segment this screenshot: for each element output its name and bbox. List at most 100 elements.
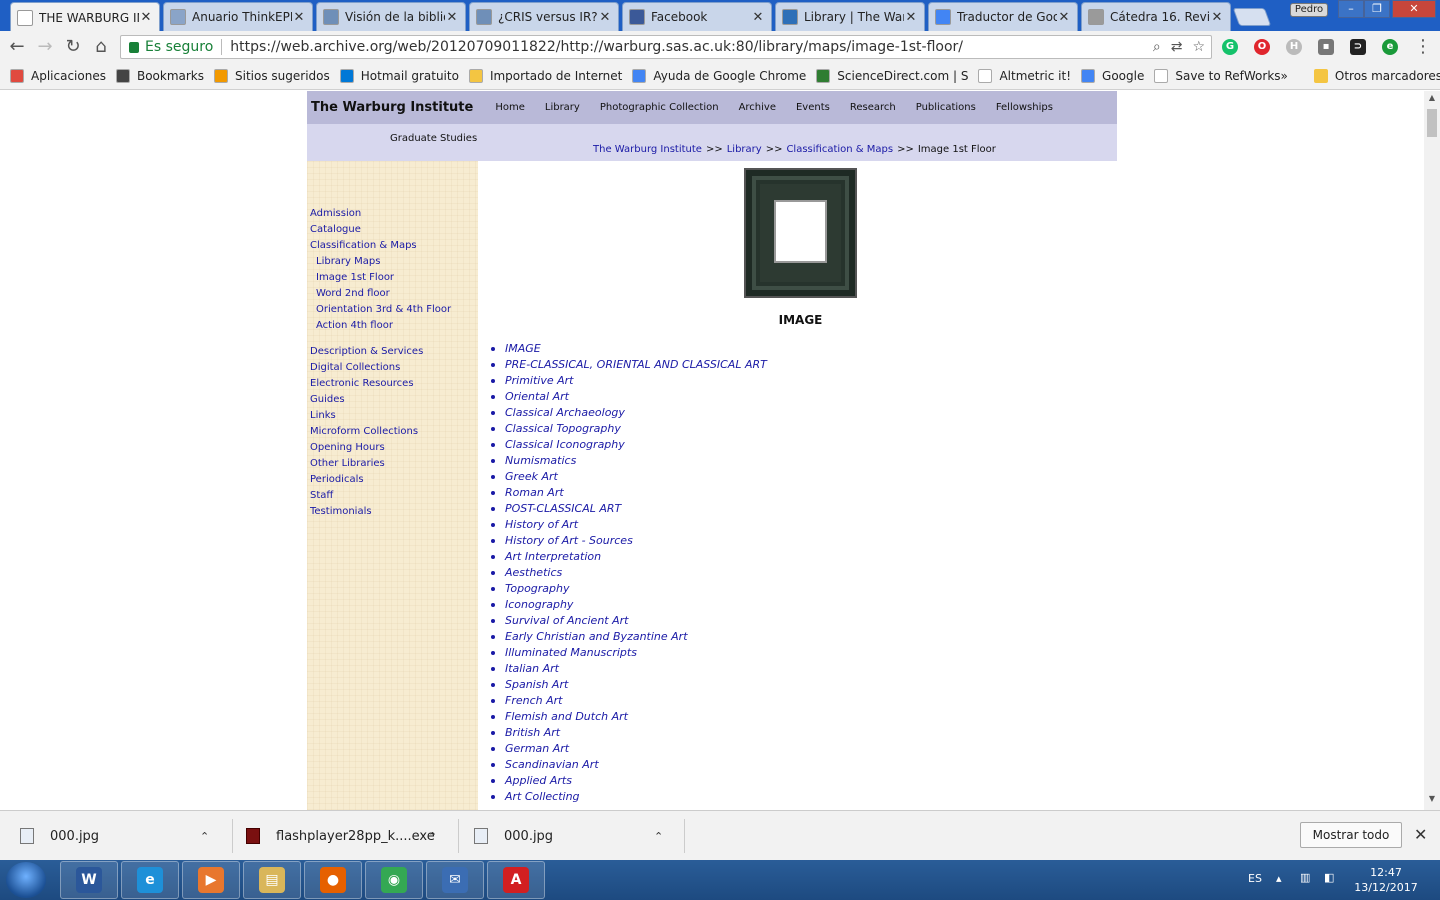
nav-item[interactable]: Fellowships [996,102,1053,113]
sidebar-link[interactable]: Action 4th floor [310,320,393,331]
sidebar-link[interactable]: Periodicals [310,474,364,485]
category-link[interactable]: Illuminated Manuscripts [489,645,767,661]
category-link[interactable]: Spanish Art [489,677,767,693]
sidebar-link[interactable]: Image 1st Floor [310,272,394,283]
category-link[interactable]: History of Art - Sources [489,533,767,549]
category-link[interactable]: German Art [489,741,767,757]
download-item[interactable]: 000.jpg ⌃ [474,811,663,861]
bookmark-item[interactable]: Altmetric it! [978,69,1071,83]
bookmark-item[interactable]: ScienceDirect.com | S [816,69,968,83]
zotero-icon[interactable]: ⊃ [1350,39,1366,55]
profile-button[interactable]: Pedro [1290,3,1328,17]
sidebar-link[interactable]: Other Libraries [310,458,385,469]
reload-icon[interactable]: ↻ [62,36,84,58]
download-item[interactable]: flashplayer28pp_k....exe ⌃ [246,811,437,861]
category-link[interactable]: PRE-CLASSICAL, ORIENTAL AND CLASSICAL AR… [489,357,767,373]
category-link[interactable]: Aesthetics [489,565,767,581]
bookmark-item[interactable]: Hotmail gratuito [339,69,459,83]
tab-close-icon[interactable]: ✕ [904,10,918,25]
category-link[interactable]: Flemish and Dutch Art [489,709,767,725]
taskbar-app-acrobat[interactable]: A [487,861,545,899]
maximize-button[interactable]: ❐ [1364,0,1390,18]
tab-close-icon[interactable]: ✕ [751,10,765,25]
nav-item[interactable]: Archive [739,102,776,113]
category-link[interactable]: Greek Art [489,469,767,485]
nav-item[interactable]: Home [495,102,525,113]
bookmark-item[interactable]: Google [1081,69,1144,83]
category-link[interactable]: Early Christian and Byzantine Art [489,629,767,645]
category-link[interactable]: Art Collecting [489,789,767,805]
breadcrumb-link[interactable]: Library [727,144,762,155]
tab-item[interactable]: THE WARBURG INSTITUTE✕ [10,2,160,32]
category-link[interactable]: Survival of Ancient Art [489,613,767,629]
nav-item[interactable]: Library [545,102,580,113]
back-icon[interactable]: ← [6,36,28,58]
breadcrumb-link[interactable]: The Warburg Institute [593,144,702,155]
download-item[interactable]: 000.jpg ⌃ [20,811,209,861]
sidebar-link[interactable]: Guides [310,394,345,405]
category-link[interactable]: British Art [489,725,767,741]
clock[interactable]: 12:47 13/12/2017 [1348,865,1424,895]
taskbar-app-ie[interactable]: e [121,861,179,899]
category-link[interactable]: Classical Iconography [489,437,767,453]
home-icon[interactable]: ⌂ [90,36,112,58]
category-link[interactable]: History of Art [489,517,767,533]
tab-item[interactable]: Cátedra 16. Revista✕ [1081,2,1231,31]
sidebar-link[interactable]: Microform Collections [310,426,418,437]
category-link[interactable]: Applied Arts [489,773,767,789]
opera-icon[interactable]: O [1254,39,1270,55]
category-link[interactable]: French Art [489,693,767,709]
sidebar-link[interactable]: Word 2nd floor [310,288,390,299]
hypothesis-icon[interactable]: H [1286,39,1302,55]
bookmarks-overflow-button[interactable]: » [1281,69,1288,83]
nav-item[interactable]: Publications [916,102,976,113]
category-link[interactable]: Primitive Art [489,373,767,389]
sidebar-link[interactable]: Electronic Resources [310,378,414,389]
show-all-downloads-button[interactable]: Mostrar todo [1300,822,1402,848]
scroll-down-icon[interactable]: ▼ [1424,794,1440,808]
nav-graduate-studies[interactable]: Graduate Studies [390,133,477,144]
close-icon[interactable]: ✕ [1414,825,1427,844]
category-link[interactable]: Topography [489,581,767,597]
grammarly-icon[interactable]: G [1222,39,1238,55]
category-link[interactable]: Roman Art [489,485,767,501]
category-link[interactable]: Scandinavian Art [489,757,767,773]
category-link[interactable]: Numismatics [489,453,767,469]
sidebar-link[interactable]: Links [310,410,336,421]
address-bar[interactable]: Es seguro https://web.archive.org/web/20… [120,35,1212,59]
language-indicator[interactable]: ES [1248,872,1262,885]
sidebar-link[interactable]: Admission [310,208,361,219]
translate-icon[interactable]: ⇄ [1171,39,1183,55]
category-link[interactable]: IMAGE [489,341,767,357]
nav-item[interactable]: Photographic Collection [600,102,719,113]
minimize-button[interactable]: – [1338,0,1364,18]
bookmark-item[interactable]: Save to RefWorks [1154,69,1281,83]
taskbar-app-word[interactable]: W [60,861,118,899]
volume-icon[interactable]: ◧ [1324,871,1334,884]
category-link[interactable]: Oriental Art [489,389,767,405]
star-icon[interactable]: ☆ [1192,39,1205,55]
category-link[interactable]: POST-CLASSICAL ART [489,501,767,517]
sidebar-link[interactable]: Digital Collections [310,362,400,373]
bookmark-item[interactable]: Ayuda de Google Chrome [632,69,806,83]
tab-item[interactable]: Traductor de Google✕ [928,2,1078,31]
category-link[interactable]: Italian Art [489,661,767,677]
forward-icon[interactable]: → [34,36,56,58]
tab-close-icon[interactable]: ✕ [139,10,153,25]
tab-item[interactable]: Anuario ThinkEPI ✕ [163,2,313,31]
tab-close-icon[interactable]: ✕ [1057,10,1071,25]
category-link[interactable]: Art Interpretation [489,549,767,565]
bookmark-item[interactable]: Importado de Internet [468,69,622,83]
tab-item[interactable]: Facebook ✕ [622,2,772,31]
evernote-icon[interactable]: e [1382,39,1398,55]
sidebar-link[interactable]: Testimonials [310,506,372,517]
taskbar-app-chrome[interactable]: ◉ [365,861,423,899]
tab-item[interactable]: ¿CRIS versus IR? ✕ [469,2,619,31]
bookmark-item[interactable]: Aplicaciones [10,69,106,83]
chevron-up-icon[interactable]: ⌃ [654,830,663,843]
site-title[interactable]: The Warburg Institute [311,100,473,115]
tab-close-icon[interactable]: ✕ [1210,10,1224,25]
category-link[interactable]: Classical Archaeology [489,405,767,421]
tab-close-icon[interactable]: ✕ [598,10,612,25]
scroll-up-icon[interactable]: ▲ [1424,93,1440,107]
